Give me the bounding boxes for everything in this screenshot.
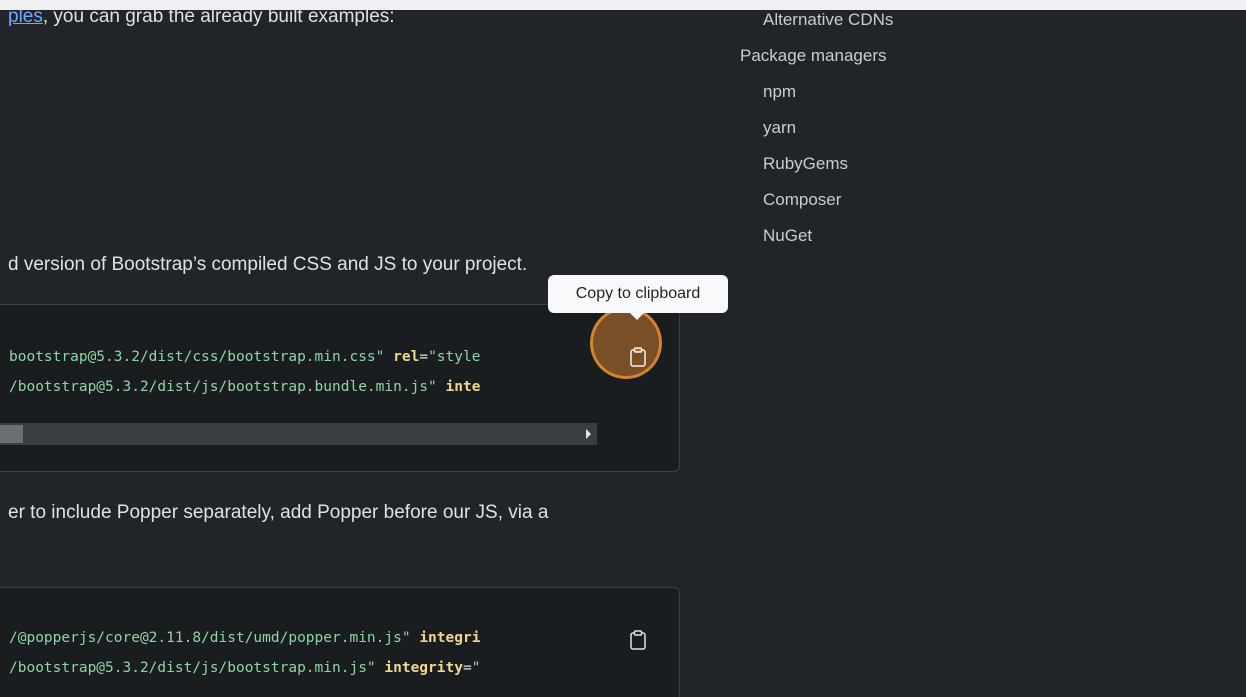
cdn-paragraph: d version of Bootstrap’s compiled CSS an… <box>8 254 528 275</box>
examples-link[interactable]: ples <box>8 10 43 27</box>
copy-tooltip: Copy to clipboard <box>548 275 728 313</box>
code-line-css: bootstrap@5.3.2/dist/css/bootstrap.min.c… <box>9 349 481 365</box>
tooltip-arrow <box>630 313 644 320</box>
intro-text: , you can grab the already built example… <box>42 10 395 27</box>
scroll-right-arrow-icon[interactable] <box>586 429 591 439</box>
code-line-bootstrap-js: /bootstrap@5.3.2/dist/js/bootstrap.min.j… <box>9 660 481 676</box>
toc-npm[interactable]: npm <box>763 82 796 102</box>
toc-rubygems[interactable]: RubyGems <box>763 154 848 174</box>
code-block-popper: /@popperjs/core@2.11.8/dist/umd/popper.m… <box>0 587 680 697</box>
intro-paragraph: ples, you can grab the already built exa… <box>8 10 395 28</box>
toc-alternative-cdns[interactable]: Alternative CDNs <box>763 10 893 30</box>
copy-button-popper[interactable] <box>625 627 651 653</box>
copy-button-cdn[interactable] <box>625 344 651 370</box>
code-line-popper: /@popperjs/core@2.11.8/dist/umd/popper.m… <box>9 630 481 646</box>
clipboard-icon <box>630 630 646 650</box>
code-horizontal-scrollbar[interactable] <box>0 423 597 445</box>
toc-yarn[interactable]: yarn <box>763 118 796 138</box>
toc-nuget[interactable]: NuGet <box>763 226 812 246</box>
scrollbar-thumb[interactable] <box>0 425 23 443</box>
popper-paragraph: er to include Popper separately, add Pop… <box>8 502 549 523</box>
code-block-cdn: bootstrap@5.3.2/dist/css/bootstrap.min.c… <box>0 304 680 472</box>
clipboard-icon <box>630 347 646 367</box>
code-line-js: /bootstrap@5.3.2/dist/js/bootstrap.bundl… <box>9 379 481 395</box>
toc-composer[interactable]: Composer <box>763 190 841 210</box>
toc-package-managers[interactable]: Package managers <box>740 46 886 66</box>
